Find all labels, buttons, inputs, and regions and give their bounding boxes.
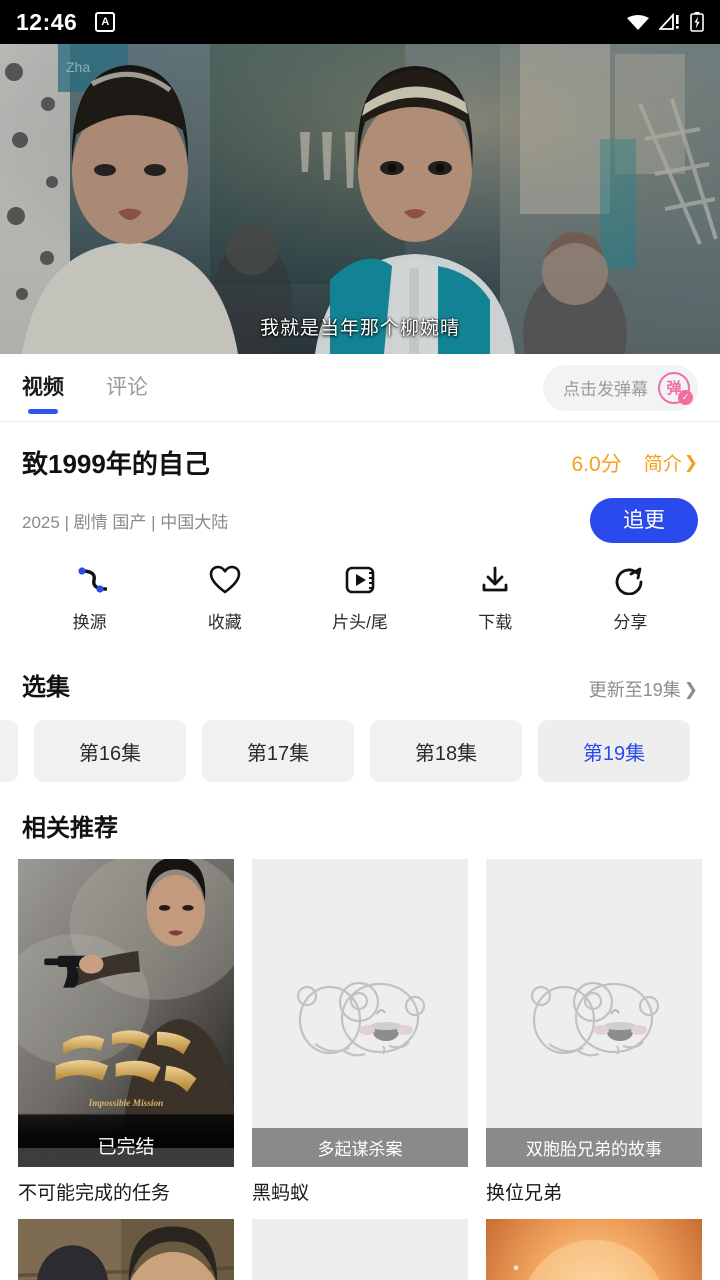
episode-chip[interactable]: 第18集 <box>370 720 522 782</box>
action-skip-intro[interactable]: 片头/尾 <box>292 563 427 633</box>
action-label: 收藏 <box>207 613 242 632</box>
battery-charging-icon <box>690 12 704 32</box>
recommend-card[interactable] <box>252 1219 468 1280</box>
episode-chip-active[interactable]: 第19集 <box>538 720 690 782</box>
man-scene-art <box>18 1219 234 1280</box>
intro-label: 简介 <box>643 454 682 475</box>
recommend-title: 相关推荐 <box>22 815 118 842</box>
episodes-title: 选集 <box>22 674 70 701</box>
status-app-badge-icon: A <box>95 12 116 32</box>
video-player[interactable]: Zha <box>0 44 720 354</box>
placeholder-bear-icon <box>252 859 468 1167</box>
poster-thumbnail[interactable]: 多起谋杀案 <box>252 859 468 1167</box>
recommend-header: 相关推荐 <box>0 782 720 843</box>
episode-list[interactable]: 第16集 第17集 第18集 第19集 <box>0 702 720 782</box>
action-label: 下载 <box>478 613 513 632</box>
danmu-placeholder: 点击发弹幕 <box>563 380 648 399</box>
poster-status-badge: 已完结 <box>18 1112 234 1167</box>
poster-status-badge: 双胞胎兄弟的故事 <box>486 1128 702 1167</box>
danmu-input[interactable]: 点击发弹幕 弹 <box>543 364 698 411</box>
rating-score: 6.0分 <box>571 452 622 476</box>
status-bar: 12:46 A <box>0 0 720 44</box>
poster-thumbnail[interactable] <box>486 1219 702 1280</box>
episode-chip[interactable]: 第17集 <box>202 720 354 782</box>
follow-button[interactable]: 追更 <box>590 497 698 543</box>
wifi-icon <box>626 13 650 31</box>
recommend-card[interactable]: 多起谋杀案 黑蚂蚁 <box>252 859 468 1205</box>
episodes-header: 选集 更新至19集 ❯ <box>0 649 720 702</box>
card-title: 黑蚂蚁 <box>252 1183 310 1204</box>
video-frame: Zha <box>0 44 720 354</box>
action-row: 换源 收藏 片头/尾 下载 分享 <box>0 545 720 649</box>
recommend-grid: Impossible Mission Bai百度 已完结 不可能完成的任务 <box>0 843 720 1280</box>
status-icons <box>626 12 704 32</box>
recommend-card[interactable]: 双胞胎兄弟的故事 换位兄弟 <box>486 859 702 1205</box>
poster-status-badge: 多起谋杀案 <box>252 1128 468 1167</box>
danmu-toggle-icon[interactable]: 弹 <box>658 371 693 405</box>
tab-video[interactable]: 视频 <box>22 371 64 405</box>
action-share[interactable]: 分享 <box>563 563 698 633</box>
action-label: 片头/尾 <box>332 613 388 632</box>
card-title: 不可能完成的任务 <box>18 1183 171 1204</box>
heart-icon <box>209 563 241 597</box>
action-label: 分享 <box>613 613 648 632</box>
poster-thumbnail[interactable] <box>252 1219 468 1280</box>
share-icon <box>615 563 645 597</box>
episodes-more-link[interactable]: 更新至19集 ❯ <box>589 676 698 702</box>
poster-thumbnail[interactable]: Impossible Mission Bai百度 已完结 <box>18 859 234 1167</box>
chevron-right-icon: ❯ <box>683 679 698 699</box>
episode-chip[interactable]: 第16集 <box>34 720 186 782</box>
intro-link[interactable]: 简介 ❯ <box>644 449 698 476</box>
gun-poster-art: Impossible Mission <box>18 859 234 1149</box>
download-icon <box>480 563 510 597</box>
episode-chip[interactable] <box>0 720 18 782</box>
video-subtitle: 我就是当年那个柳婉晴 <box>259 318 460 339</box>
action-download[interactable]: 下载 <box>428 563 563 633</box>
meta-row: 2025 | 剧情 国产 | 中国大陆 追更 <box>22 495 698 545</box>
title-right-group: 6.0分 简介 ❯ <box>572 448 698 478</box>
status-time: 12:46 <box>16 8 78 35</box>
recommend-card[interactable] <box>18 1219 234 1280</box>
action-label: 换源 <box>72 613 107 632</box>
swap-source-icon <box>73 563 107 597</box>
poster-thumbnail[interactable] <box>18 1219 234 1280</box>
recommend-card[interactable] <box>486 1219 702 1280</box>
tab-comments[interactable]: 评论 <box>106 371 148 405</box>
card-title: 换位兄弟 <box>486 1183 563 1204</box>
title-row: 致1999年的自己 6.0分 简介 ❯ <box>22 444 698 481</box>
recommend-card[interactable]: Impossible Mission Bai百度 已完结 不可能完成的任务 <box>18 859 234 1205</box>
poster-thumbnail[interactable]: 双胞胎兄弟的故事 <box>486 859 702 1167</box>
page-title: 致1999年的自己 <box>22 449 210 479</box>
action-swap-source[interactable]: 换源 <box>22 563 157 633</box>
action-favorite[interactable]: 收藏 <box>157 563 292 633</box>
placeholder-bear-icon <box>486 859 702 1167</box>
content-tabbar: 视频 评论 点击发弹幕 弹 <box>0 354 720 422</box>
detail-header: 致1999年的自己 6.0分 简介 ❯ 2025 | 剧情 国产 | 中国大陆 … <box>0 422 720 545</box>
movie-meta: 2025 | 剧情 国产 | 中国大陆 <box>22 512 229 532</box>
skip-intro-icon <box>345 563 375 597</box>
couple-poster-art <box>486 1219 702 1280</box>
chevron-right-icon: ❯ <box>683 453 698 472</box>
episodes-more-label: 更新至19集 <box>588 680 681 700</box>
signal-warning-icon <box>659 13 681 31</box>
svg-text:Impossible Mission: Impossible Mission <box>88 1099 164 1109</box>
